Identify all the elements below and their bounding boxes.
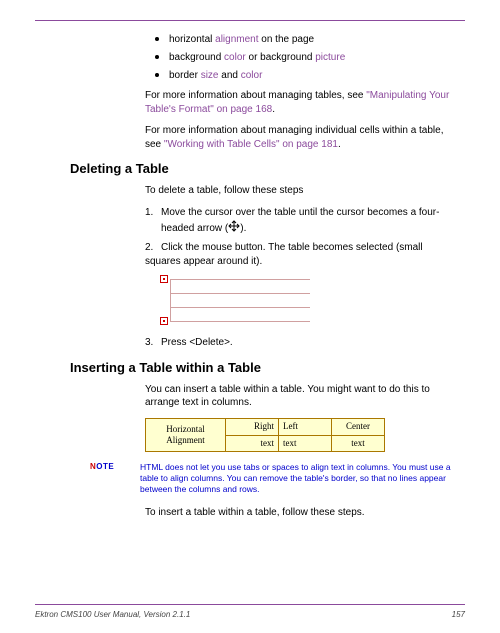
note-label: NOTE [90, 462, 140, 471]
top-rule [35, 20, 465, 21]
cell: text [332, 436, 384, 451]
text: ). [240, 223, 246, 234]
bullet-dot-icon [155, 55, 159, 59]
link-table-cells[interactable]: "Working with Table Cells" on page 181 [164, 139, 338, 150]
paragraph: You can insert a table within a table. Y… [145, 383, 460, 410]
table-border-line [170, 279, 310, 280]
text: headed arrow ( [161, 223, 228, 234]
page-number: 157 [452, 610, 465, 619]
text: . [338, 139, 341, 150]
bullet-list: horizontal alignment on the page backgro… [155, 33, 460, 83]
link-border-size[interactable]: size [201, 70, 219, 81]
table-border-line [170, 307, 310, 308]
paragraph: To insert a table within a table, follow… [145, 506, 460, 520]
cell: text [279, 436, 332, 451]
text: Move the cursor over the table until the… [161, 207, 439, 218]
cell: Left [279, 419, 332, 435]
table-border-line [170, 293, 310, 294]
bullet-item: background color or background picture [155, 51, 460, 65]
step-number: 2. [145, 241, 161, 255]
text: For more information about managing tabl… [145, 90, 366, 101]
text: . [272, 104, 275, 115]
nested-table-body: Right Left Center text text text [226, 419, 384, 451]
text: border [169, 70, 201, 81]
table-border-line [170, 279, 171, 321]
bullet-text: border size and color [169, 69, 262, 83]
link-border-color[interactable]: color [241, 70, 263, 81]
bullet-item: border size and color [155, 69, 460, 83]
cell: Center [332, 419, 384, 435]
move-cursor-icon [228, 220, 240, 237]
nested-table-label: Horizontal Alignment [146, 419, 226, 451]
step-2: 2.Click the mouse button. The table beco… [145, 241, 460, 269]
link-bg-color[interactable]: color [224, 52, 246, 63]
nested-table-figure: Horizontal Alignment Right Left Center t… [145, 418, 385, 452]
step-number: 1. [145, 206, 161, 220]
link-bg-picture[interactable]: picture [315, 52, 345, 63]
bullet-dot-icon [155, 37, 159, 41]
selection-handle-icon [160, 275, 168, 283]
footer: Ektron CMS100 User Manual, Version 2.1.1… [35, 610, 465, 619]
paragraph: For more information about managing indi… [145, 124, 460, 151]
text: Press <Delete>. [161, 337, 233, 348]
bullet-text: background color or background picture [169, 51, 345, 65]
step-3: 3.Press <Delete>. [145, 336, 460, 350]
table-row: text text text [226, 435, 384, 451]
note-text: HTML does not let you use tabs or spaces… [140, 462, 460, 496]
cell: Right [226, 419, 279, 435]
step-1: 1.Move the cursor over the table until t… [145, 206, 460, 237]
link-alignment[interactable]: alignment [215, 34, 258, 45]
text: on the page [259, 34, 315, 45]
text: Click the mouse button. The table become… [145, 242, 423, 267]
table-row: Right Left Center [226, 419, 384, 435]
text: background [169, 52, 224, 63]
heading-deleting-table: Deleting a Table [70, 161, 460, 176]
footer-title: Ektron CMS100 User Manual, Version 2.1.1 [35, 610, 190, 619]
selected-table-figure [160, 275, 310, 330]
bullet-text: horizontal alignment on the page [169, 33, 314, 47]
selection-handle-icon [160, 317, 168, 325]
note-rest: OTE [96, 462, 114, 471]
text: or background [246, 52, 316, 63]
bullet-item: horizontal alignment on the page [155, 33, 460, 47]
cell: text [226, 436, 279, 451]
text: horizontal [169, 34, 215, 45]
bottom-rule [35, 604, 465, 605]
heading-inserting-table: Inserting a Table within a Table [70, 360, 460, 375]
bullet-dot-icon [155, 73, 159, 77]
table-border-line [170, 321, 310, 322]
text: and [218, 70, 240, 81]
step-number: 3. [145, 336, 161, 350]
paragraph: For more information about managing tabl… [145, 89, 460, 116]
note-block: NOTE HTML does not let you use tabs or s… [90, 462, 460, 496]
paragraph: To delete a table, follow these steps [145, 184, 460, 198]
